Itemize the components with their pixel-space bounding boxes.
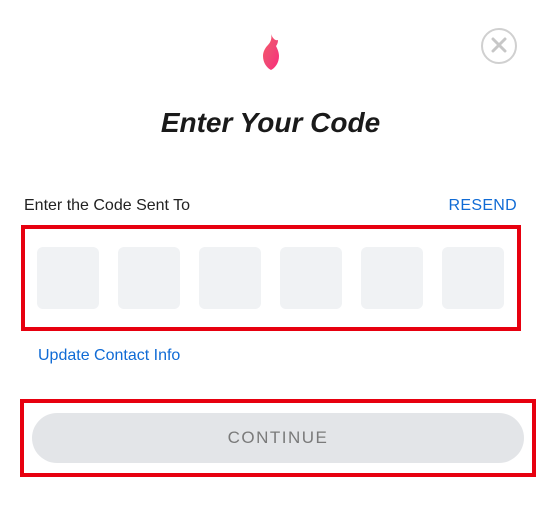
page-title: Enter Your Code — [20, 107, 521, 139]
continue-button[interactable]: CONTINUE — [32, 413, 524, 463]
code-input-group — [37, 247, 505, 309]
app-logo — [20, 34, 521, 75]
code-digit-2[interactable] — [118, 247, 180, 309]
code-digit-5[interactable] — [361, 247, 423, 309]
resend-link[interactable]: RESEND — [449, 197, 517, 215]
close-icon — [491, 37, 507, 56]
close-button[interactable] — [481, 28, 517, 64]
code-digit-3[interactable] — [199, 247, 261, 309]
prompt-text: Enter the Code Sent To — [24, 197, 190, 215]
code-digit-4[interactable] — [280, 247, 342, 309]
code-digit-1[interactable] — [37, 247, 99, 309]
continue-highlight: CONTINUE — [20, 399, 536, 477]
update-contact-link[interactable]: Update Contact Info — [20, 347, 180, 365]
prompt-row: Enter the Code Sent To RESEND — [20, 197, 521, 215]
flame-icon — [256, 34, 286, 75]
code-digit-6[interactable] — [442, 247, 504, 309]
code-input-highlight — [21, 225, 521, 331]
